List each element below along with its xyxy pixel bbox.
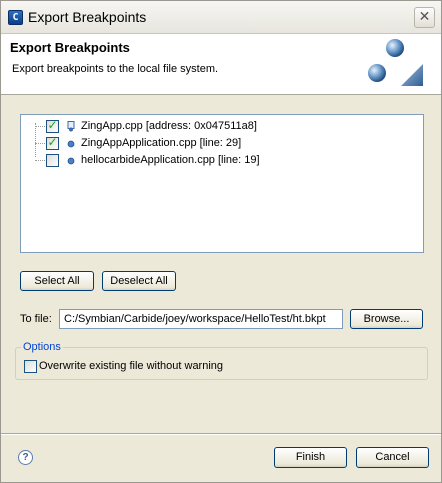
line-breakpoint-icon [67,157,75,165]
page-title: Export Breakpoints [10,40,130,55]
to-file-label: To file: [20,313,52,325]
overwrite-label[interactable]: Overwrite existing file without warning [39,360,223,372]
browse-button[interactable]: Browse... [350,309,423,329]
checkmark-icon: ✓ [47,118,58,132]
tree-connector [35,160,45,161]
tree-row[interactable]: hellocarbideApplication.cpp [line: 19] [21,152,421,169]
tree-row[interactable]: ✓ ZingAppApplication.cpp [line: 29] [21,135,421,152]
breakpoint-label: ZingApp.cpp [address: 0x047511a8] [81,120,257,132]
address-breakpoint-icon [67,121,75,132]
breakpoint-label: ZingAppApplication.cpp [line: 29] [81,137,242,149]
wizard-header: Export Breakpoints Export breakpoints to… [1,34,441,95]
tree-connector [35,143,45,144]
breakpoint-tree[interactable]: ✓ ZingApp.cpp [address: 0x047511a8] ✓ Zi… [20,114,424,253]
export-breakpoints-dialog: C Export Breakpoints ✕ Export Breakpoint… [0,0,442,483]
breakpoint-checkbox[interactable] [46,154,59,167]
page-description: Export breakpoints to the local file sys… [12,63,219,75]
checkmark-icon: ✓ [47,135,58,149]
close-button[interactable]: ✕ [414,7,435,28]
line-breakpoint-icon [67,140,75,148]
help-icon[interactable]: ? [18,450,33,465]
carbide-app-icon: C [8,10,23,25]
to-file-field[interactable]: C:/Symbian/Carbide/joey/workspace/HelloT… [59,309,343,329]
options-legend: Options [21,341,63,353]
deselect-all-button[interactable]: Deselect All [102,271,176,291]
select-all-button[interactable]: Select All [20,271,94,291]
window-title: Export Breakpoints [28,9,147,25]
overwrite-checkbox[interactable] [24,360,37,373]
tree-connector [35,126,45,127]
title-bar[interactable]: C Export Breakpoints ✕ [1,1,441,34]
cancel-button[interactable]: Cancel [356,447,429,468]
breakpoint-checkbox[interactable]: ✓ [46,135,59,150]
breakpoint-checkbox[interactable]: ✓ [46,118,59,133]
finish-button[interactable]: Finish [274,447,347,468]
breakpoint-label: hellocarbideApplication.cpp [line: 19] [81,154,260,166]
wizard-banner-icon [368,39,423,86]
tree-row[interactable]: ✓ ZingApp.cpp [address: 0x047511a8] [21,118,421,135]
